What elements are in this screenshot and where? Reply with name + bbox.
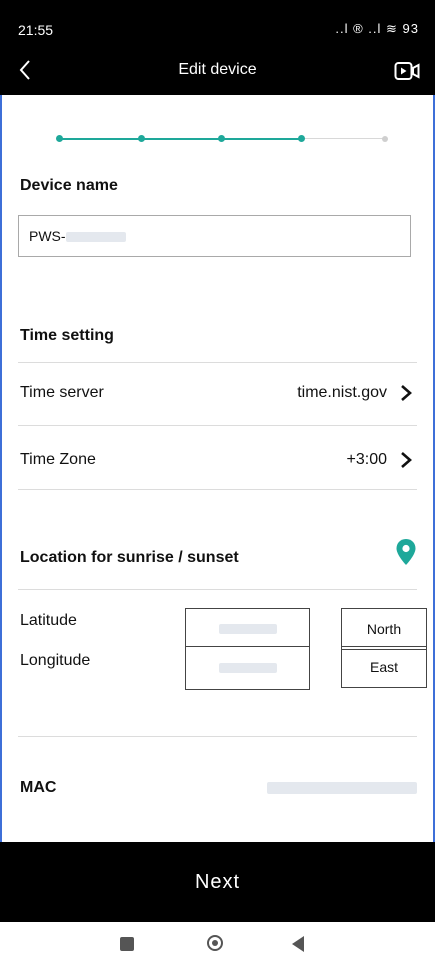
step-connector bbox=[142, 138, 222, 140]
step-dot bbox=[298, 135, 305, 142]
step-dot bbox=[56, 135, 63, 142]
status-icons: ..l ® ..l ≋ 93 bbox=[335, 21, 419, 36]
latitude-direction-select[interactable]: North bbox=[341, 608, 427, 650]
screen-frame bbox=[0, 0, 435, 966]
time-zone-label: Time Zone bbox=[20, 451, 96, 468]
device-name-input[interactable]: PWS- bbox=[18, 215, 411, 257]
divider bbox=[18, 589, 417, 590]
time-zone-value: +3:00 bbox=[346, 451, 387, 468]
divider bbox=[18, 425, 417, 426]
progress-stepper bbox=[52, 134, 402, 144]
next-button[interactable]: Next bbox=[0, 842, 435, 922]
latitude-label: Latitude bbox=[20, 612, 77, 629]
status-time: 21:55 bbox=[18, 22, 54, 38]
step-connector bbox=[222, 138, 302, 140]
redacted-text bbox=[219, 663, 277, 673]
device-name-value: PWS- bbox=[29, 228, 66, 244]
time-server-value: time.nist.gov bbox=[297, 384, 387, 401]
location-pin-icon[interactable] bbox=[395, 538, 417, 566]
longitude-direction-select[interactable]: East bbox=[341, 646, 427, 688]
video-icon[interactable] bbox=[394, 60, 420, 82]
step-connector bbox=[304, 138, 386, 139]
step-dot bbox=[382, 136, 388, 142]
chevron-right-icon[interactable] bbox=[397, 384, 415, 402]
mac-label: MAC bbox=[20, 779, 57, 796]
back-triangle-icon[interactable] bbox=[292, 936, 304, 952]
redacted-text bbox=[267, 782, 417, 794]
time-server-label: Time server bbox=[20, 384, 104, 401]
chevron-right-icon[interactable] bbox=[397, 451, 415, 469]
divider bbox=[18, 489, 417, 490]
step-connector bbox=[58, 138, 142, 140]
recents-icon[interactable] bbox=[120, 937, 134, 951]
page-title: Edit device bbox=[178, 61, 257, 78]
app-header: Edit device bbox=[0, 50, 435, 95]
step-dot bbox=[138, 135, 145, 142]
time-setting-heading: Time setting bbox=[20, 327, 114, 344]
latitude-input[interactable] bbox=[185, 608, 310, 650]
redacted-text bbox=[65, 232, 126, 243]
divider bbox=[18, 362, 417, 363]
longitude-label: Longitude bbox=[20, 652, 91, 669]
divider bbox=[18, 736, 417, 737]
longitude-input[interactable] bbox=[185, 646, 310, 690]
step-dot bbox=[218, 135, 225, 142]
home-icon[interactable] bbox=[207, 935, 223, 951]
system-nav-bar bbox=[0, 922, 435, 966]
device-name-label: Device name bbox=[20, 177, 118, 194]
redacted-text bbox=[219, 624, 277, 634]
location-heading: Location for sunrise / sunset bbox=[20, 549, 239, 566]
status-bar: 21:55 ..l ® ..l ≋ 93 bbox=[0, 0, 435, 50]
